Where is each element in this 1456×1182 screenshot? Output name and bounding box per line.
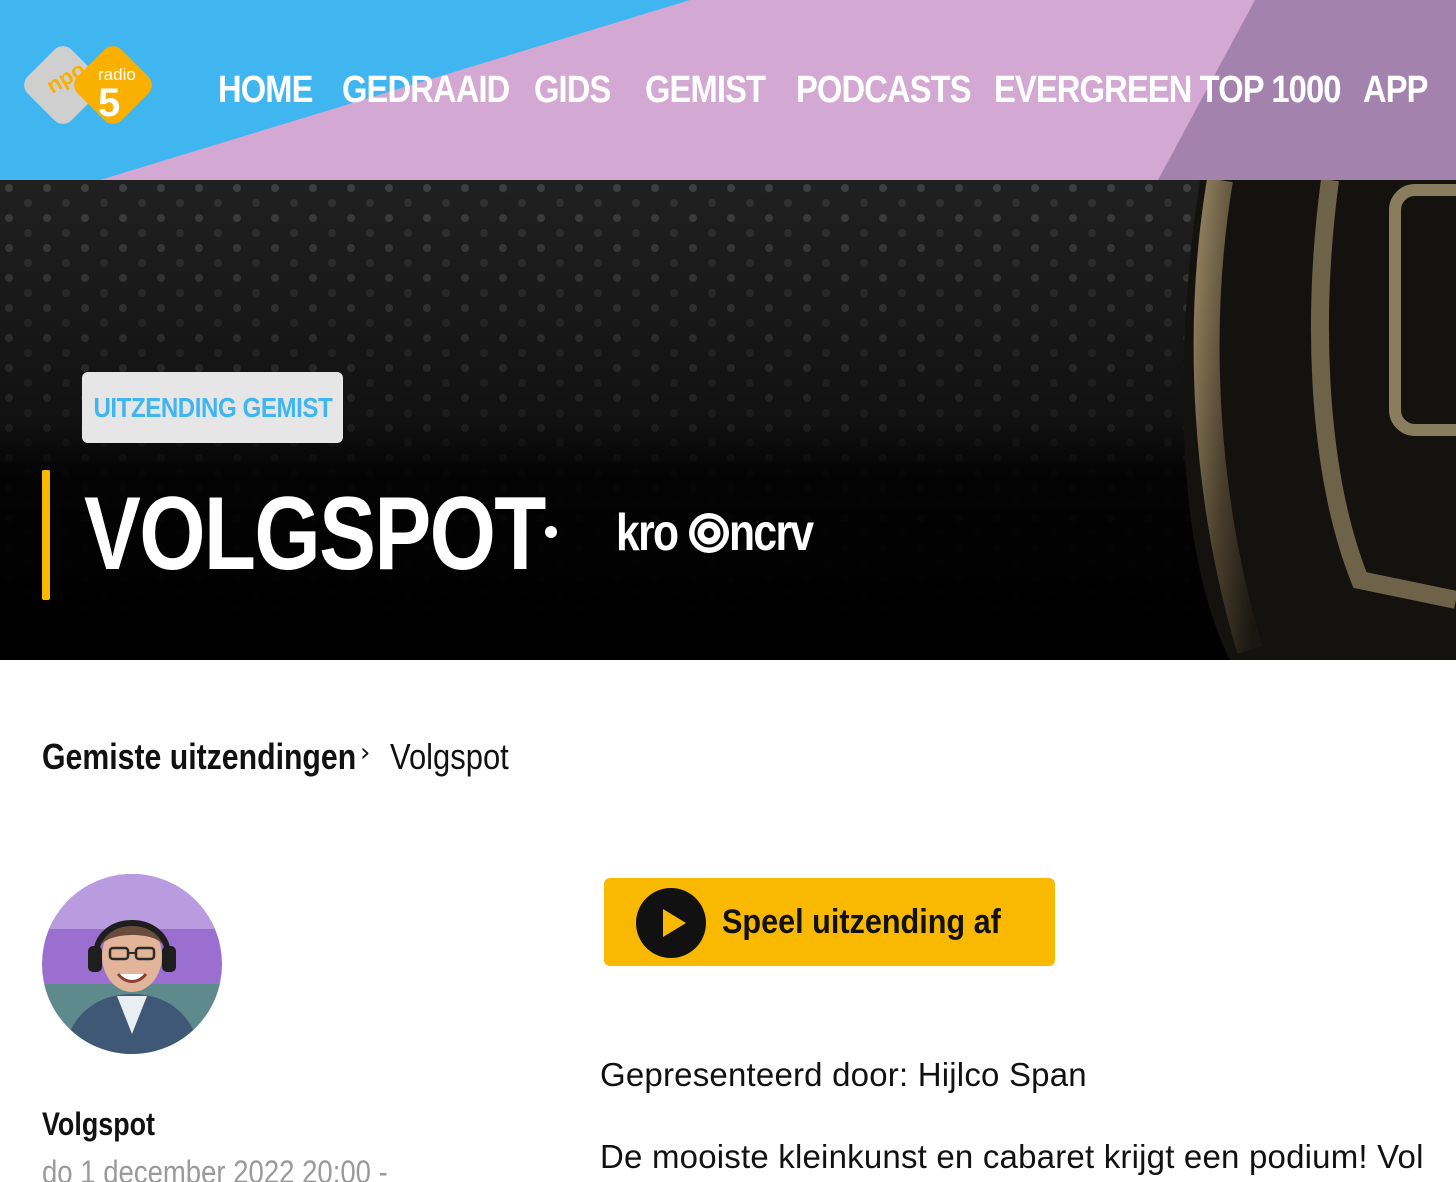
site-header: npo radio 5 HOME GEDRAAID GIDS GEMIST PO… bbox=[0, 0, 1456, 180]
nav-item-app[interactable]: APP bbox=[1363, 62, 1428, 118]
nav-item-gids[interactable]: GIDS bbox=[534, 62, 611, 118]
breadcrumb: Gemiste uitzendingen › Volgspot bbox=[42, 734, 509, 780]
broadcaster-logo-kroncrv[interactable]: kro ncrv bbox=[616, 505, 831, 561]
play-icon-circle bbox=[636, 888, 706, 958]
missed-broadcast-badge: UITZENDING GEMIST bbox=[82, 372, 343, 443]
nav-item-evergreen-top-1000[interactable]: EVERGREEN TOP 1000 bbox=[994, 62, 1341, 118]
nav-item-home[interactable]: HOME bbox=[218, 62, 313, 118]
play-broadcast-button[interactable]: Speel uitzending af bbox=[604, 878, 1055, 966]
nav-item-podcasts[interactable]: PODCASTS bbox=[796, 62, 972, 118]
page-title: VOLGSPOT bbox=[84, 476, 546, 592]
broadcaster-label-part2: ncrv bbox=[728, 504, 814, 562]
hero-banner: UITZENDING GEMIST VOLGSPOT kro ncrv bbox=[0, 180, 1456, 660]
show-description: De mooiste kleinkunst en cabaret krijgt … bbox=[600, 1138, 1424, 1175]
breadcrumb-current: Volgspot bbox=[390, 736, 509, 777]
play-icon bbox=[663, 909, 686, 937]
svg-text:5: 5 bbox=[98, 81, 120, 125]
presenter-photo bbox=[42, 874, 222, 1054]
title-accent-bar bbox=[42, 470, 50, 600]
breadcrumb-link-gemiste-uitzendingen[interactable]: Gemiste uitzendingen bbox=[42, 734, 356, 780]
badge-label: UITZENDING GEMIST bbox=[93, 391, 332, 423]
title-separator-dot bbox=[545, 526, 557, 538]
nav-item-gemist[interactable]: GEMIST bbox=[645, 62, 766, 118]
chevron-right-icon: › bbox=[360, 738, 371, 768]
broadcaster-record-icon bbox=[688, 513, 729, 553]
presenter-text: Gepresenteerd door: Hijlco Span bbox=[600, 1056, 1087, 1093]
show-name: Volgspot bbox=[42, 1106, 155, 1142]
play-button-label: Speel uitzending af bbox=[722, 903, 1001, 941]
nav-item-gedraaid[interactable]: GEDRAAID bbox=[342, 62, 510, 118]
npo-radio5-logo[interactable]: npo radio 5 bbox=[18, 40, 160, 140]
broadcaster-label-part1: kro bbox=[616, 504, 679, 562]
show-date: do 1 december 2022 20:00 - bbox=[42, 1154, 388, 1182]
presenter-avatar bbox=[42, 874, 222, 1054]
radio5-logo-icon: npo radio 5 bbox=[24, 46, 152, 125]
